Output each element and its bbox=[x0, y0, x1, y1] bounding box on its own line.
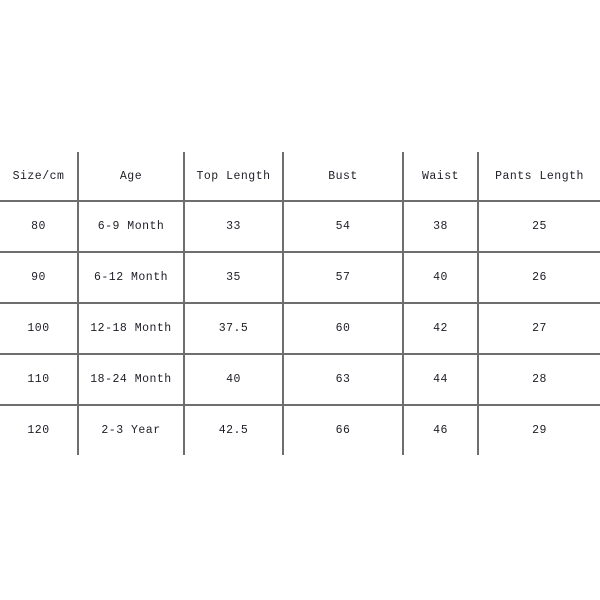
cell-waist: 38 bbox=[402, 200, 479, 253]
cell-bust: 57 bbox=[282, 251, 404, 304]
column-header-waist: Waist bbox=[402, 152, 479, 202]
size-chart-table: Size/cm Age Top Length Bust Waist Pants … bbox=[0, 152, 600, 455]
table-row: 100 12-18 Month 37.5 60 42 27 bbox=[0, 302, 600, 355]
cell-top-length: 42.5 bbox=[183, 404, 284, 455]
column-header-pants-length: Pants Length bbox=[477, 152, 600, 202]
table-row: 90 6-12 Month 35 57 40 26 bbox=[0, 251, 600, 304]
cell-bust: 54 bbox=[282, 200, 404, 253]
size-chart-table-container: Size/cm Age Top Length Bust Waist Pants … bbox=[0, 152, 600, 455]
cell-top-length: 37.5 bbox=[183, 302, 284, 355]
cell-top-length: 33 bbox=[183, 200, 284, 253]
table-row: 80 6-9 Month 33 54 38 25 bbox=[0, 200, 600, 253]
cell-age: 2-3 Year bbox=[77, 404, 185, 455]
cell-top-length: 35 bbox=[183, 251, 284, 304]
cell-size-cm: 100 bbox=[0, 302, 79, 355]
cell-top-length: 40 bbox=[183, 353, 284, 406]
table-row: 110 18-24 Month 40 63 44 28 bbox=[0, 353, 600, 406]
cell-age: 6-12 Month bbox=[77, 251, 185, 304]
cell-pants-length: 26 bbox=[477, 251, 600, 304]
cell-size-cm: 90 bbox=[0, 251, 79, 304]
cell-waist: 46 bbox=[402, 404, 479, 455]
cell-bust: 63 bbox=[282, 353, 404, 406]
column-header-size-cm: Size/cm bbox=[0, 152, 79, 202]
table-row: 120 2-3 Year 42.5 66 46 29 bbox=[0, 404, 600, 455]
cell-bust: 66 bbox=[282, 404, 404, 455]
table-header-row: Size/cm Age Top Length Bust Waist Pants … bbox=[0, 152, 600, 202]
table-body: 80 6-9 Month 33 54 38 25 90 6-12 Month 3… bbox=[0, 200, 600, 455]
column-header-top-length: Top Length bbox=[183, 152, 284, 202]
cell-age: 6-9 Month bbox=[77, 200, 185, 253]
cell-pants-length: 27 bbox=[477, 302, 600, 355]
cell-pants-length: 28 bbox=[477, 353, 600, 406]
cell-waist: 40 bbox=[402, 251, 479, 304]
cell-waist: 42 bbox=[402, 302, 479, 355]
cell-size-cm: 80 bbox=[0, 200, 79, 253]
cell-age: 12-18 Month bbox=[77, 302, 185, 355]
cell-size-cm: 120 bbox=[0, 404, 79, 455]
column-header-age: Age bbox=[77, 152, 185, 202]
cell-size-cm: 110 bbox=[0, 353, 79, 406]
cell-age: 18-24 Month bbox=[77, 353, 185, 406]
cell-bust: 60 bbox=[282, 302, 404, 355]
column-header-bust: Bust bbox=[282, 152, 404, 202]
table-header: Size/cm Age Top Length Bust Waist Pants … bbox=[0, 152, 600, 202]
cell-pants-length: 25 bbox=[477, 200, 600, 253]
cell-waist: 44 bbox=[402, 353, 479, 406]
cell-pants-length: 29 bbox=[477, 404, 600, 455]
